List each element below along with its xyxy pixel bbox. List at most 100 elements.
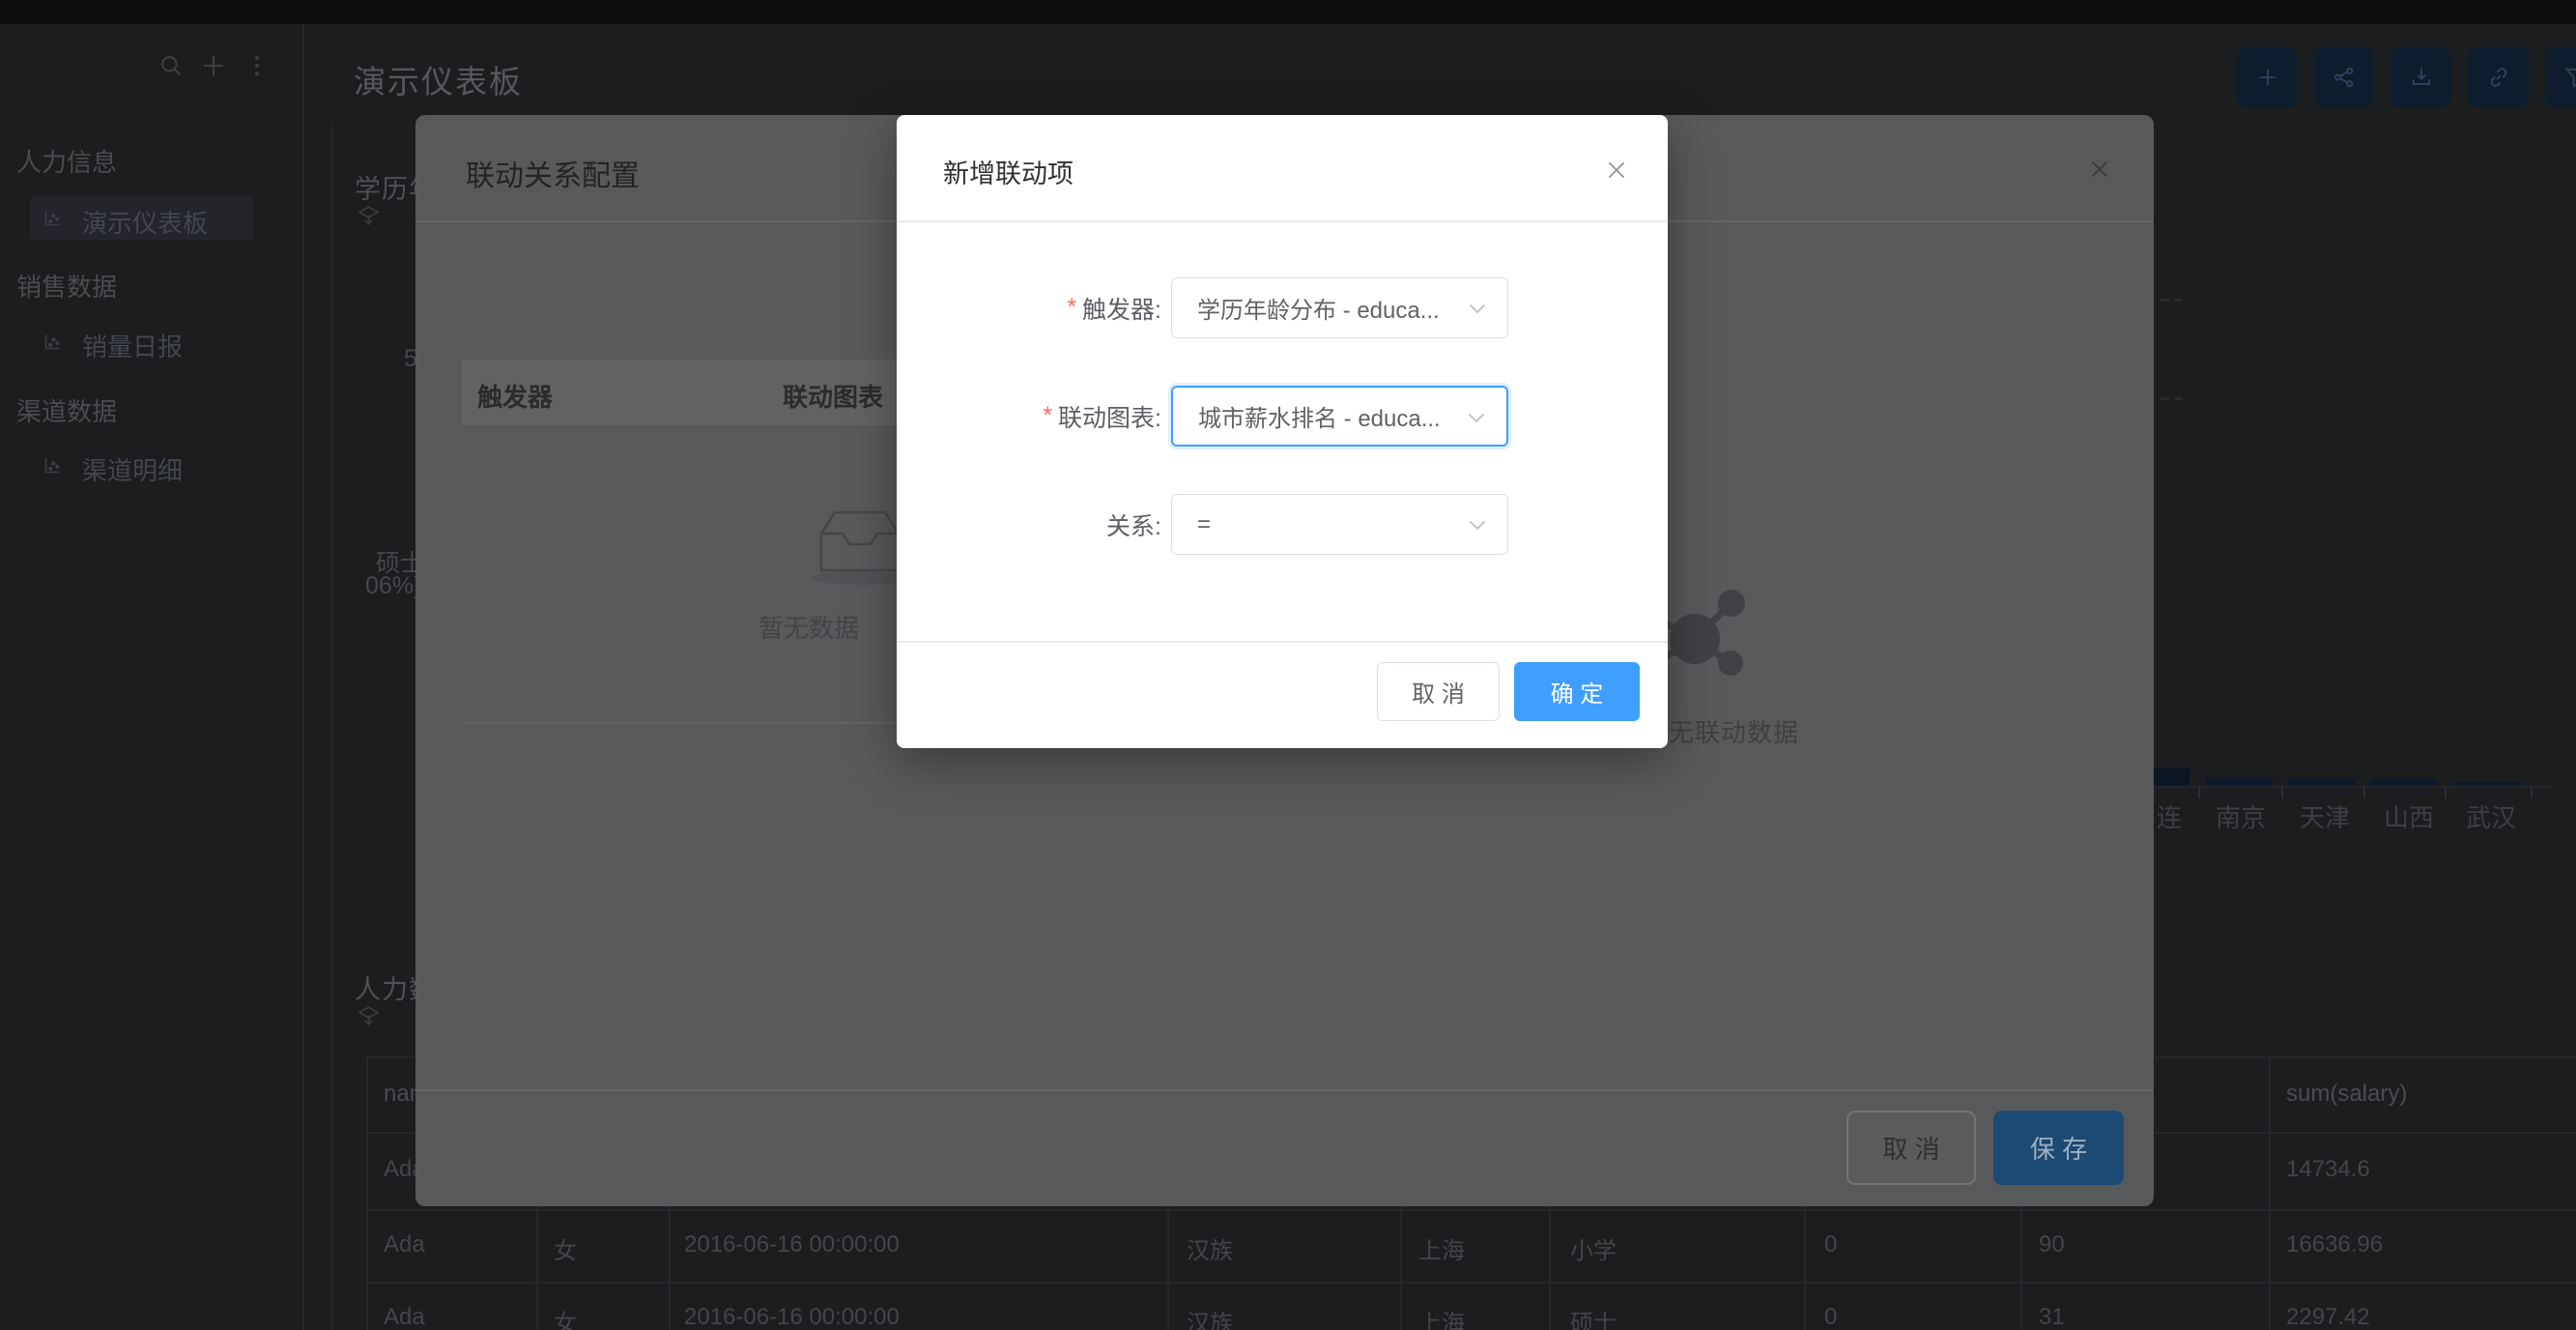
drill-icon[interactable] (357, 1004, 381, 1028)
column-header-trigger: 触发器 (477, 378, 553, 414)
add-dashboard-icon[interactable] (199, 51, 228, 80)
table-row-divider (366, 1282, 2576, 1284)
close-icon[interactable] (1604, 158, 1629, 183)
sidebar-group-channel: 渠道数据 (16, 392, 117, 428)
axis-tick (2531, 786, 2533, 798)
x-axis-label: 山西 (2384, 798, 2434, 834)
table-cell: 0 (1824, 1304, 1837, 1330)
axis-tick (2198, 786, 2200, 798)
table-cell: Ada (384, 1156, 418, 1183)
chevron-down-icon (1469, 304, 1486, 314)
page-title: 演示仪表板 (354, 56, 523, 102)
field-label: * 联动图表: (1043, 399, 1161, 434)
form-row-trigger: * 触发器: 学历年龄分布 - educa... (897, 277, 1668, 338)
axis-tick (2281, 786, 2283, 798)
axis-tick (2445, 786, 2447, 798)
kebab-menu-icon[interactable] (243, 51, 272, 80)
table-cell: 硕士 (1570, 1304, 1617, 1330)
table-cell: 2297.42 (2286, 1304, 2370, 1330)
field-label: 关系: (1106, 507, 1161, 542)
search-icon[interactable] (157, 52, 185, 79)
link-button[interactable] (2468, 47, 2529, 107)
table-cell: 2016-06-16 00:00:00 (684, 1304, 900, 1330)
table-cell: 31 (2039, 1304, 2065, 1330)
table-cell: Ada (384, 1231, 425, 1258)
x-axis-label: 天津 (2300, 798, 2350, 834)
relation-select[interactable]: = (1171, 494, 1508, 555)
required-asterisk: * (1067, 294, 1076, 322)
dialog-title: 联动关系配置 (466, 152, 640, 194)
chart2-title: 人力数据 (355, 969, 416, 1006)
table-cell: 小学 (1570, 1231, 1617, 1265)
table-header-salary: sum(salary) (2286, 1081, 2407, 1108)
linked-chart-select[interactable]: 城市薪水排名 - educa... (1171, 386, 1508, 447)
table-cell: Ada (384, 1304, 425, 1330)
axis-label-fragment (2161, 397, 2169, 400)
axis-label-fragment (2174, 299, 2183, 302)
linkage-share-icon (1650, 577, 1782, 701)
filter-button[interactable] (2545, 47, 2576, 107)
table-column-divider (366, 1056, 368, 1330)
table-cell: 上海 (1418, 1304, 1465, 1330)
table-cell: 90 (2039, 1231, 2065, 1258)
x-axis-label: 南京 (2216, 798, 2266, 834)
pie-label-fragment: 06%) (365, 572, 415, 600)
add-widget-button[interactable] (2237, 47, 2298, 107)
download-button[interactable] (2390, 47, 2451, 107)
axis-label-fragment (2161, 299, 2169, 302)
table-cell: 上海 (1418, 1231, 1465, 1265)
table-header-name: nam (384, 1081, 418, 1108)
save-button[interactable]: 保 存 (1993, 1111, 2124, 1185)
form-row-linked-chart: * 联动图表: 城市薪水排名 - educa... (897, 386, 1668, 447)
drill-icon[interactable] (357, 204, 381, 228)
form-row-relation: 关系: = (897, 494, 1668, 555)
chevron-down-icon (1469, 520, 1486, 531)
cancel-button[interactable]: 取 消 (1377, 662, 1500, 721)
axis-label-fragment (2174, 397, 2183, 400)
divider (897, 641, 1668, 643)
table-cell: 14734.6 (2286, 1156, 2370, 1183)
chart1-title: 学历年龄分布 (355, 168, 416, 206)
table-cell: 0 (1824, 1231, 1837, 1258)
x-axis-label: 连 (2157, 798, 2182, 834)
card-border (331, 124, 333, 1330)
x-axis-label: 武汉 (2466, 798, 2516, 834)
column-header-linked-chart: 联动图表 (783, 378, 883, 414)
share-button[interactable] (2313, 47, 2374, 107)
sidebar-divider (302, 24, 304, 1330)
select-value: 城市薪水排名 - educa... (1198, 399, 1441, 433)
sidebar-group-hr: 人力信息 (16, 143, 117, 179)
bar (2206, 777, 2273, 786)
table-cell: 16636.96 (2286, 1231, 2383, 1258)
bar (2288, 779, 2355, 786)
empty-text: 暂无数据 (758, 609, 871, 645)
sidebar-group-sales: 销售数据 (16, 268, 117, 304)
divider (897, 220, 1668, 222)
chart-icon (43, 208, 63, 228)
table-row-divider (366, 1209, 2576, 1211)
close-icon[interactable] (2087, 157, 2112, 182)
chart-icon (43, 455, 63, 476)
sidebar-item-label[interactable]: 销量日报 (82, 328, 183, 363)
sidebar-item-label[interactable]: 渠道明细 (82, 451, 183, 487)
table-column-divider (2269, 1056, 2271, 1330)
axis-tick (2363, 786, 2365, 798)
chevron-down-icon (1468, 413, 1485, 423)
screen: 人力信息 演示仪表板 销售数据 销量日报 渠道数据 渠道明细 演示仪表板 (0, 0, 2576, 1330)
table-cell: 汉族 (1187, 1304, 1233, 1330)
table-cell: 女 (554, 1231, 577, 1265)
sidebar-item-label[interactable]: 演示仪表板 (82, 204, 208, 240)
select-value: = (1197, 511, 1211, 538)
confirm-button[interactable]: 确 定 (1514, 662, 1640, 721)
chart-icon (43, 332, 63, 352)
top-navigation-bar (0, 0, 2576, 24)
table-cell: 2016-06-16 00:00:00 (684, 1231, 900, 1258)
divider (415, 1089, 2154, 1091)
table-cell: 女 (554, 1304, 577, 1330)
cancel-button[interactable]: 取 消 (1846, 1111, 1976, 1185)
dialog-title: 新增联动项 (943, 153, 1073, 190)
add-linkage-dialog: 新增联动项 * 触发器: 学历年龄分布 - educa... * (897, 115, 1668, 748)
field-label: * 触发器: (1067, 291, 1161, 326)
trigger-select[interactable]: 学历年龄分布 - educa... (1171, 277, 1508, 338)
table-cell: 汉族 (1187, 1231, 1233, 1265)
